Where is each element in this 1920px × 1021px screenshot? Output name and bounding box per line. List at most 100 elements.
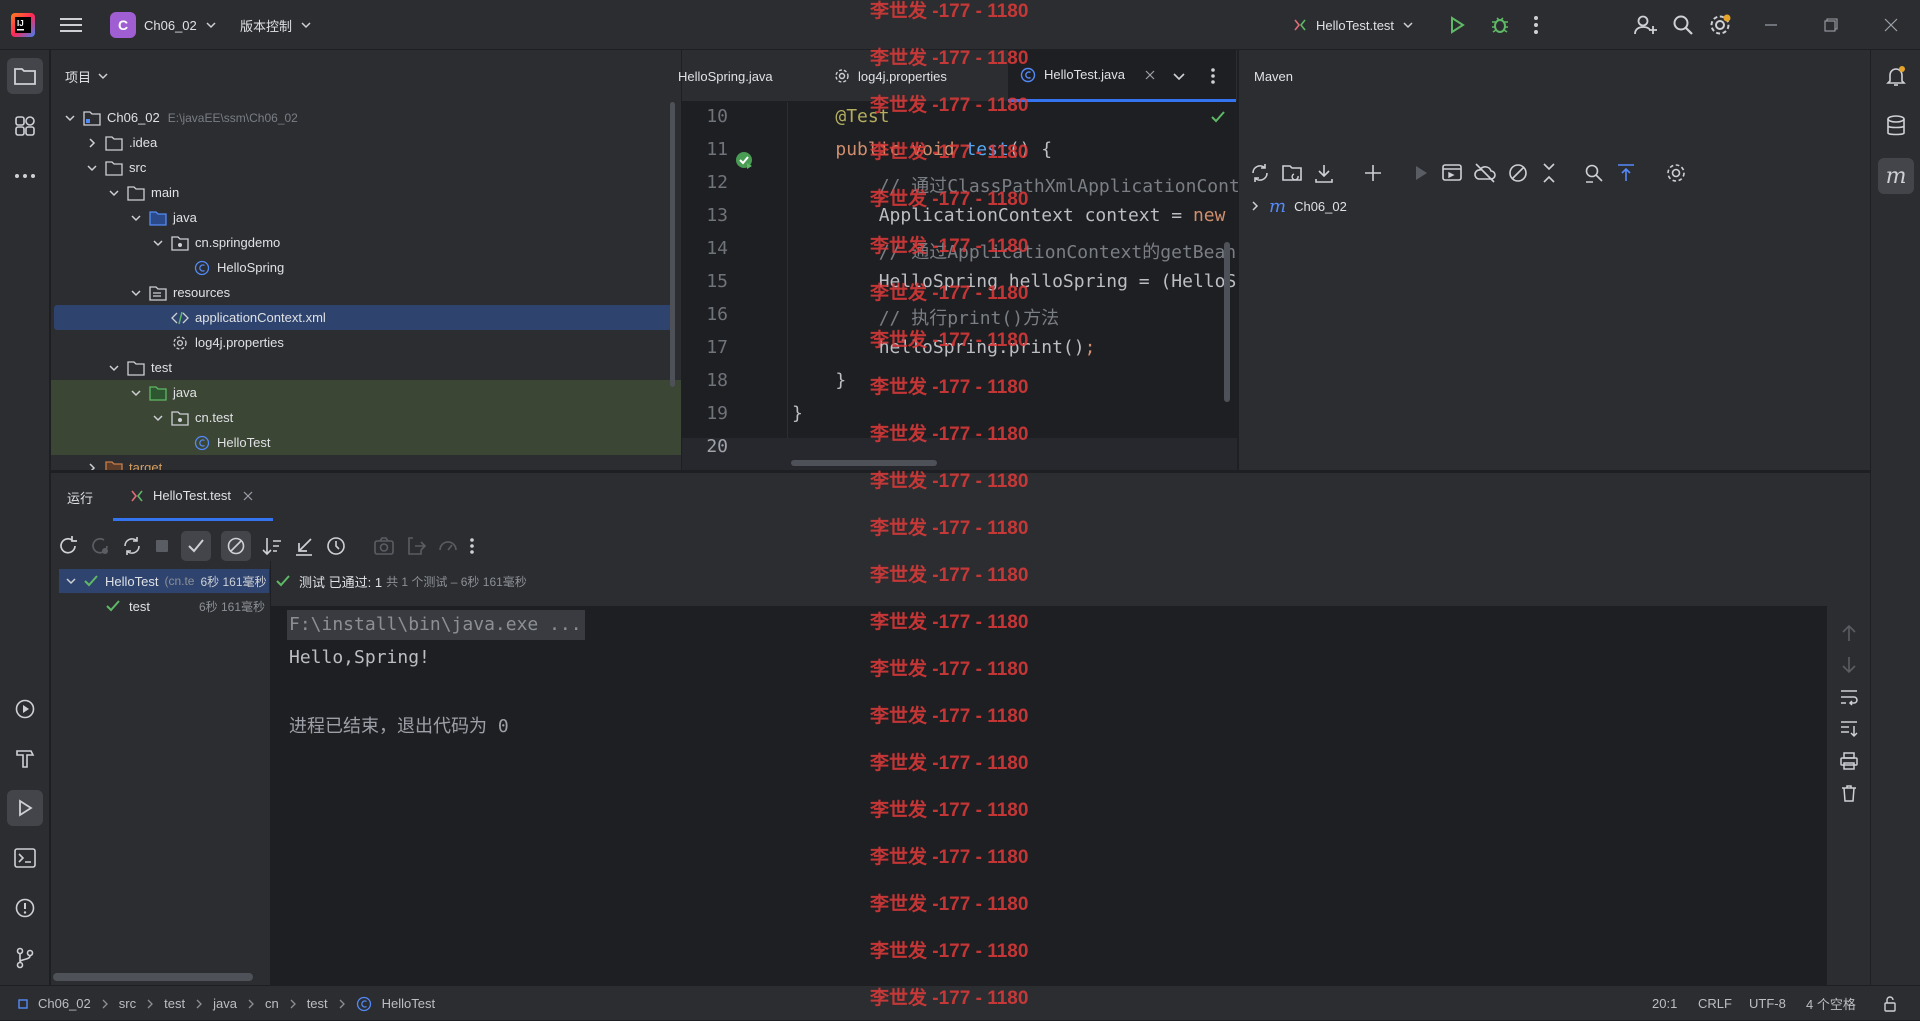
minimize-button[interactable] (1764, 0, 1778, 50)
search-button[interactable] (1672, 0, 1694, 50)
tabs-more-button[interactable] (1210, 50, 1216, 102)
chevron-down-icon[interactable] (129, 211, 143, 225)
generate-sources-icon[interactable] (1281, 162, 1303, 184)
services-tool-button[interactable] (7, 691, 43, 727)
breadcrumb-item[interactable]: src (119, 996, 136, 1011)
readonly-toggle[interactable] (1882, 986, 1898, 1021)
project-tool-button[interactable] (7, 58, 43, 94)
screenshot-icon[interactable] (373, 536, 395, 556)
breadcrumb-item[interactable]: HelloTest (382, 996, 435, 1011)
reload-icon[interactable] (1249, 162, 1271, 184)
sort-alpha-icon[interactable] (261, 535, 283, 557)
build-tool-button[interactable] (7, 740, 43, 776)
stop-icon[interactable] (153, 537, 171, 555)
add-icon[interactable] (1363, 163, 1383, 183)
structure-tool-button[interactable] (7, 108, 43, 144)
main-menu-button[interactable] (60, 0, 82, 50)
chevron-down-icon[interactable] (85, 161, 99, 175)
line-separator[interactable]: CRLF (1698, 986, 1732, 1021)
trash-icon[interactable] (1839, 783, 1859, 803)
tabs-dropdown-button[interactable] (1172, 50, 1186, 102)
tree-node-hellotest[interactable]: HelloTest (51, 430, 681, 455)
chevron-down-icon[interactable] (63, 111, 77, 125)
tree-node-ch06-02[interactable]: Ch06_02 E:\javaEE\ssm\Ch06_02 (51, 105, 681, 130)
problems-tool-button[interactable] (7, 890, 43, 926)
tree-node-cn-springdemo[interactable]: cn.springdemo (51, 230, 681, 255)
down-arrow-icon[interactable] (1839, 655, 1859, 675)
chevron-right-icon[interactable] (85, 461, 99, 471)
test-tree-row-hellotest[interactable]: HelloTest (cn.te 6秒 161毫秒 (59, 569, 269, 593)
tree-node-target[interactable]: target (51, 455, 681, 470)
import-tests-icon[interactable] (293, 535, 315, 557)
chevron-down-icon[interactable] (151, 411, 165, 425)
scroll-to-end-icon[interactable] (1839, 719, 1859, 739)
test-history-icon[interactable] (325, 535, 347, 557)
file-encoding[interactable]: UTF-8 (1749, 986, 1786, 1021)
export-icon[interactable] (405, 535, 427, 557)
tab-hellospring[interactable]: HelloSpring.java (678, 50, 773, 102)
print-icon[interactable] (1839, 751, 1859, 771)
console-output[interactable]: F:\install\bin\java.exe ... Hello,Spring… (271, 606, 1828, 985)
more-actions-button[interactable] (1533, 0, 1539, 50)
inspection-ok-icon[interactable] (1210, 110, 1226, 124)
chevron-down-icon[interactable] (107, 361, 121, 375)
run-button[interactable] (1447, 0, 1467, 50)
terminal-tool-button[interactable] (7, 840, 43, 876)
editor-hscrollbar[interactable] (791, 460, 937, 466)
chevron-down-icon[interactable] (107, 186, 121, 200)
rerun-icon[interactable] (57, 535, 79, 557)
project-switcher[interactable]: C Ch06_02 (110, 0, 217, 50)
collapse-all-icon[interactable] (1539, 162, 1559, 184)
code-editor[interactable]: 10 @Test 11 public void test() {12 // 通过C… (682, 102, 1240, 470)
close-icon[interactable] (243, 491, 253, 501)
run-goal-icon[interactable] (1411, 163, 1431, 183)
skip-tests-icon[interactable] (1507, 162, 1529, 184)
chevron-down-icon[interactable] (129, 386, 143, 400)
run-config-selector[interactable]: HelloTest.test (1292, 0, 1414, 50)
tree-node-resources[interactable]: resources (51, 280, 681, 305)
tree-node-test[interactable]: test (51, 355, 681, 380)
debug-button[interactable] (1489, 0, 1511, 50)
vcs-menu[interactable]: 版本控制 (240, 0, 312, 50)
soft-wrap-icon[interactable] (1839, 687, 1859, 707)
database-tool-button[interactable] (1878, 108, 1914, 144)
settings-button[interactable] (1708, 0, 1732, 50)
chevron-down-icon[interactable] (129, 286, 143, 300)
project-panel-header[interactable]: 项目 (65, 50, 109, 102)
chevron-right-icon[interactable] (85, 136, 99, 150)
editor-vscrollbar[interactable] (1224, 242, 1230, 402)
breadcrumb-item[interactable]: test (164, 996, 185, 1011)
breadcrumb-item[interactable]: Ch06_02 (38, 996, 91, 1011)
maven-tool-button[interactable]: m (1878, 158, 1914, 194)
tree-node-cn-test[interactable]: cn.test (51, 405, 681, 430)
toggle-auto-test-icon[interactable] (121, 535, 143, 557)
more-vertical-icon[interactable] (469, 537, 475, 555)
restore-button[interactable] (1824, 0, 1838, 50)
more-tools-button[interactable] (7, 158, 43, 194)
git-tool-button[interactable] (7, 940, 43, 976)
offline-mode-icon[interactable] (1473, 162, 1497, 184)
rerun-failed-icon[interactable] (89, 535, 111, 557)
analyze-dependencies-icon[interactable] (1583, 162, 1605, 184)
maven-settings-icon[interactable] (1665, 162, 1687, 184)
tree-node-src[interactable]: src (51, 155, 681, 180)
tab-log4j[interactable]: log4j.properties (834, 50, 947, 102)
indent-setting[interactable]: 4 个空格 (1806, 986, 1856, 1021)
tree-node--idea[interactable]: .idea (51, 130, 681, 155)
tree-node-java[interactable]: java (51, 380, 681, 405)
run-config-tab[interactable]: HelloTest.test (113, 473, 273, 521)
intellij-logo-icon[interactable]: IJ (10, 0, 36, 50)
run-test-gutter-icon[interactable] (734, 150, 754, 170)
tree-node-log4j-properties[interactable]: log4j.properties (51, 330, 681, 355)
chevron-down-icon[interactable] (151, 236, 165, 250)
breadcrumb-item[interactable]: java (213, 996, 237, 1011)
coverage-icon[interactable] (437, 535, 459, 557)
caret-position[interactable]: 20:1 (1652, 986, 1677, 1021)
tab-hellotest[interactable]: HelloTest.java (1008, 50, 1236, 102)
test-tree-row-test[interactable]: test 6秒 161毫秒 (59, 594, 269, 618)
run-tool-button[interactable] (7, 790, 43, 826)
up-arrow-icon[interactable] (1839, 623, 1859, 643)
test-tree-hscrollbar[interactable] (53, 973, 253, 981)
add-user-button[interactable] (1634, 0, 1658, 50)
tree-node-main[interactable]: main (51, 180, 681, 205)
